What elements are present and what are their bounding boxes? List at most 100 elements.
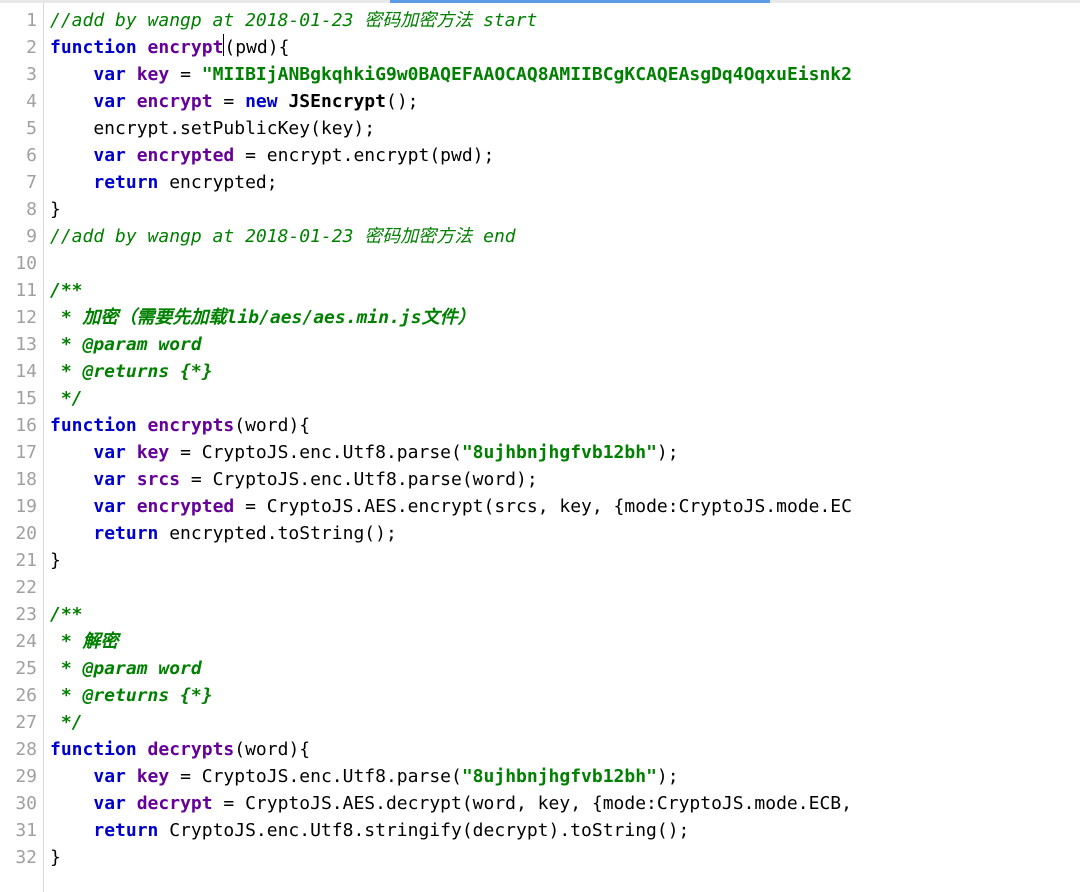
code-token: ){ [288,739,310,760]
code-token: * @returns {*} [50,685,213,706]
line-number: 5 [0,115,37,142]
line-number: 13 [0,331,37,358]
code-line[interactable]: //add by wangp at 2018-01-23 密码加密方法 star… [50,7,1080,34]
code-line[interactable]: } [50,196,1080,223]
line-number: 21 [0,547,37,574]
code-token: "8ujhbnjhgfvb12bh" [462,442,657,463]
code-token: encrypt [148,37,224,58]
code-line[interactable]: var srcs = CryptoJS.enc.Utf8.parse(word)… [50,466,1080,493]
code-token: encrypts [148,415,235,436]
code-line[interactable] [50,574,1080,601]
code-line[interactable]: return encrypted.toString(); [50,520,1080,547]
code-line[interactable]: var encrypted = CryptoJS.AES.encrypt(src… [50,493,1080,520]
code-line[interactable]: * 加密（需要先加载lib/aes/aes.min.js文件） [50,304,1080,331]
code-token: word [245,739,288,760]
code-token: ( [224,37,235,58]
code-token: encrypted; [169,172,277,193]
code-token [50,766,93,787]
code-line[interactable]: * @returns {*} [50,358,1080,385]
code-token: function [50,415,148,436]
active-tab-underline [390,0,770,3]
code-line[interactable]: * @param word [50,655,1080,682]
code-token: var [93,793,136,814]
code-line[interactable]: encrypt.setPublicKey(key); [50,115,1080,142]
line-number: 3 [0,61,37,88]
code-line[interactable]: function encrypts(word){ [50,412,1080,439]
code-line[interactable]: function encrypt(pwd){ [50,34,1080,61]
code-token: = CryptoJS.enc.Utf8.parse( [169,442,462,463]
code-token: var [93,91,136,112]
code-token: = CryptoJS.enc.Utf8.parse(word); [180,469,538,490]
code-token: return [93,820,169,841]
code-line[interactable]: function decrypts(word){ [50,736,1080,763]
code-token: */ [50,712,83,733]
code-line[interactable]: * 解密 [50,628,1080,655]
code-token: */ [50,388,83,409]
code-token: key [137,442,170,463]
code-line[interactable]: //add by wangp at 2018-01-23 密码加密方法 end [50,223,1080,250]
line-number: 18 [0,466,37,493]
code-line[interactable]: /** [50,277,1080,304]
code-token [50,91,93,112]
code-token [50,172,93,193]
code-line[interactable]: return CryptoJS.enc.Utf8.stringify(decry… [50,817,1080,844]
code-token: var [93,766,136,787]
line-number: 28 [0,736,37,763]
code-token: = [169,64,202,85]
code-token: ){ [268,37,290,58]
code-line[interactable]: } [50,844,1080,871]
line-number: 19 [0,493,37,520]
code-line[interactable]: var key = CryptoJS.enc.Utf8.parse("8ujhb… [50,439,1080,466]
code-line[interactable]: var key = "MIIBIjANBgkqhkiG9w0BAQEFAAOCA… [50,61,1080,88]
line-number: 25 [0,655,37,682]
code-line[interactable]: /** [50,601,1080,628]
line-number: 32 [0,844,37,871]
code-token [50,793,93,814]
code-token: decrypt [137,793,213,814]
code-line[interactable]: * @param word [50,331,1080,358]
code-token: = encrypt.encrypt(pwd); [234,145,494,166]
line-number: 20 [0,520,37,547]
code-line[interactable]: } [50,547,1080,574]
code-token: //add by wangp at 2018-01-23 密码加密方法 end [50,226,516,247]
line-number: 17 [0,439,37,466]
code-token: srcs [137,469,180,490]
code-area[interactable]: //add by wangp at 2018-01-23 密码加密方法 star… [44,3,1080,892]
line-number: 24 [0,628,37,655]
code-token: return [93,172,169,193]
code-token: * @returns {*} [50,361,213,382]
code-line[interactable] [50,250,1080,277]
code-token [50,496,93,517]
code-token: = CryptoJS.AES.decrypt(word, key, {mode:… [213,793,852,814]
line-number: 30 [0,790,37,817]
code-token: var [93,64,136,85]
code-token [50,523,93,544]
line-number: 15 [0,385,37,412]
code-token: return [93,523,169,544]
code-token: "MIIBIjANBgkqhkiG9w0BAQEFAAOCAQ8AMIIBCgK… [202,64,852,85]
code-line[interactable]: var encrypted = encrypt.encrypt(pwd); [50,142,1080,169]
code-line[interactable]: return encrypted; [50,169,1080,196]
code-line[interactable]: var key = CryptoJS.enc.Utf8.parse("8ujhb… [50,763,1080,790]
code-token: = [213,91,246,112]
code-line[interactable]: */ [50,709,1080,736]
code-token: encrypt [137,91,213,112]
code-line[interactable]: var encrypt = new JSEncrypt(); [50,88,1080,115]
code-line[interactable]: var decrypt = CryptoJS.AES.decrypt(word,… [50,790,1080,817]
code-line[interactable]: */ [50,385,1080,412]
code-token [50,820,93,841]
code-token: ){ [288,415,310,436]
code-token: ); [657,442,679,463]
line-number: 8 [0,196,37,223]
line-number: 7 [0,169,37,196]
code-token: } [50,847,61,868]
code-token [50,442,93,463]
code-token: encrypted [137,496,235,517]
code-token [50,64,93,85]
code-token: key [137,64,170,85]
code-line[interactable]: * @returns {*} [50,682,1080,709]
code-token: var [93,469,136,490]
code-editor[interactable]: 1234567891011121314151617181920212223242… [0,0,1080,892]
code-token: } [50,199,61,220]
code-token: function [50,739,148,760]
